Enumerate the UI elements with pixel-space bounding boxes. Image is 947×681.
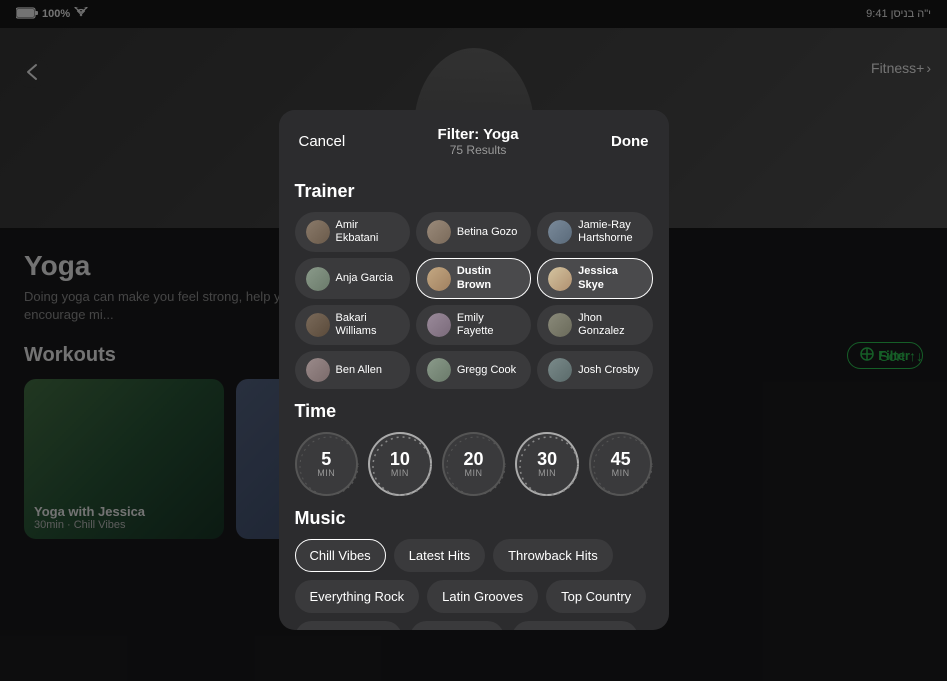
filter-modal: Cancel Filter: Yoga 75 Results Done Trai…	[279, 110, 669, 630]
trainer-name-bakari: Bakari Williams	[336, 312, 399, 338]
time-circles: 5 MIN 10 MIN 20 MIN	[295, 432, 653, 496]
trainer-name-amir: Amir Ekbatani	[336, 219, 399, 245]
trainer-name-jamie: Jamie-Ray Hartshorne	[578, 219, 641, 245]
trainer-avatar-emily	[427, 313, 451, 337]
music-chip-latest-hits[interactable]: Latest Hits	[394, 539, 485, 572]
trainer-avatar-jhon	[548, 313, 572, 337]
time-circle-5[interactable]: 5 MIN	[295, 432, 359, 496]
music-chip-hip-hop[interactable]: Hip Hop/R&B	[295, 621, 402, 630]
time-circle-45[interactable]: 45 MIN	[589, 432, 653, 496]
trainer-name-ben: Ben Allen	[336, 364, 382, 377]
music-section-title: Music	[295, 508, 653, 529]
music-chips: Chill Vibes Latest Hits Throwback Hits E…	[295, 539, 653, 630]
trainer-name-gregg: Gregg Cook	[457, 364, 516, 377]
modal-title: Filter: Yoga	[438, 126, 519, 143]
modal-cancel-button[interactable]: Cancel	[299, 133, 346, 150]
trainer-avatar-anja	[306, 267, 330, 291]
trainer-avatar-gregg	[427, 358, 451, 382]
trainer-chip-amir[interactable]: Amir Ekbatani	[295, 212, 410, 252]
trainer-chip-bakari[interactable]: Bakari Williams	[295, 305, 410, 345]
trainer-name-jessica: Jessica Skye	[578, 265, 641, 291]
time-section-title: Time	[295, 401, 653, 422]
trainer-chip-betina[interactable]: Betina Gozo	[416, 212, 531, 252]
trainer-chip-gregg[interactable]: Gregg Cook	[416, 351, 531, 389]
trainer-chip-jhon[interactable]: Jhon Gonzalez	[537, 305, 652, 345]
trainer-name-jhon: Jhon Gonzalez	[578, 312, 641, 338]
trainer-name-josh: Josh Crosby	[578, 364, 639, 377]
modal-done-button[interactable]: Done	[611, 133, 649, 150]
trainer-chip-anja[interactable]: Anja Garcia	[295, 258, 410, 298]
music-chip-pure-piano[interactable]: Pure Piano	[410, 621, 504, 630]
modal-header: Cancel Filter: Yoga 75 Results Done	[279, 110, 669, 161]
music-chip-everything-rock[interactable]: Everything Rock	[295, 580, 420, 613]
trainer-name-emily: Emily Fayette	[457, 312, 520, 338]
modal-body: Trainer Amir Ekbatani Betina Gozo Jamie-…	[279, 161, 669, 630]
trainer-chip-jessica[interactable]: Jessica Skye	[537, 258, 652, 298]
trainer-avatar-ben	[306, 358, 330, 382]
trainer-chip-dustin[interactable]: Dustin Brown	[416, 258, 531, 298]
trainer-grid: Amir Ekbatani Betina Gozo Jamie-Ray Hart…	[295, 212, 653, 389]
modal-results: 75 Results	[438, 143, 519, 157]
trainer-avatar-jamie	[548, 220, 572, 244]
trainer-name-anja: Anja Garcia	[336, 272, 393, 285]
music-chip-chill-vibes[interactable]: Chill Vibes	[295, 539, 386, 572]
trainer-chip-josh[interactable]: Josh Crosby	[537, 351, 652, 389]
music-chip-latin-grooves[interactable]: Latin Grooves	[427, 580, 538, 613]
time-circle-30[interactable]: 30 MIN	[515, 432, 579, 496]
time-circle-10[interactable]: 10 MIN	[368, 432, 432, 496]
trainer-chip-emily[interactable]: Emily Fayette	[416, 305, 531, 345]
trainer-avatar-josh	[548, 358, 572, 382]
time-circle-20[interactable]: 20 MIN	[442, 432, 506, 496]
trainer-avatar-dustin	[427, 267, 451, 291]
trainer-avatar-betina	[427, 220, 451, 244]
trainer-section-title: Trainer	[295, 181, 653, 202]
trainer-avatar-bakari	[306, 313, 330, 337]
music-chip-top-country[interactable]: Top Country	[546, 580, 646, 613]
trainer-avatar-amir	[306, 220, 330, 244]
trainer-name-dustin: Dustin Brown	[457, 265, 520, 291]
music-chip-throwback-hits[interactable]: Throwback Hits	[493, 539, 613, 572]
trainer-avatar-jessica	[548, 267, 572, 291]
trainer-name-betina: Betina Gozo	[457, 226, 518, 239]
trainer-chip-jamie[interactable]: Jamie-Ray Hartshorne	[537, 212, 652, 252]
music-chip-upbeat-anthems[interactable]: Upbeat Anthems	[512, 621, 638, 630]
modal-title-block: Filter: Yoga 75 Results	[438, 126, 519, 157]
trainer-chip-ben[interactable]: Ben Allen	[295, 351, 410, 389]
